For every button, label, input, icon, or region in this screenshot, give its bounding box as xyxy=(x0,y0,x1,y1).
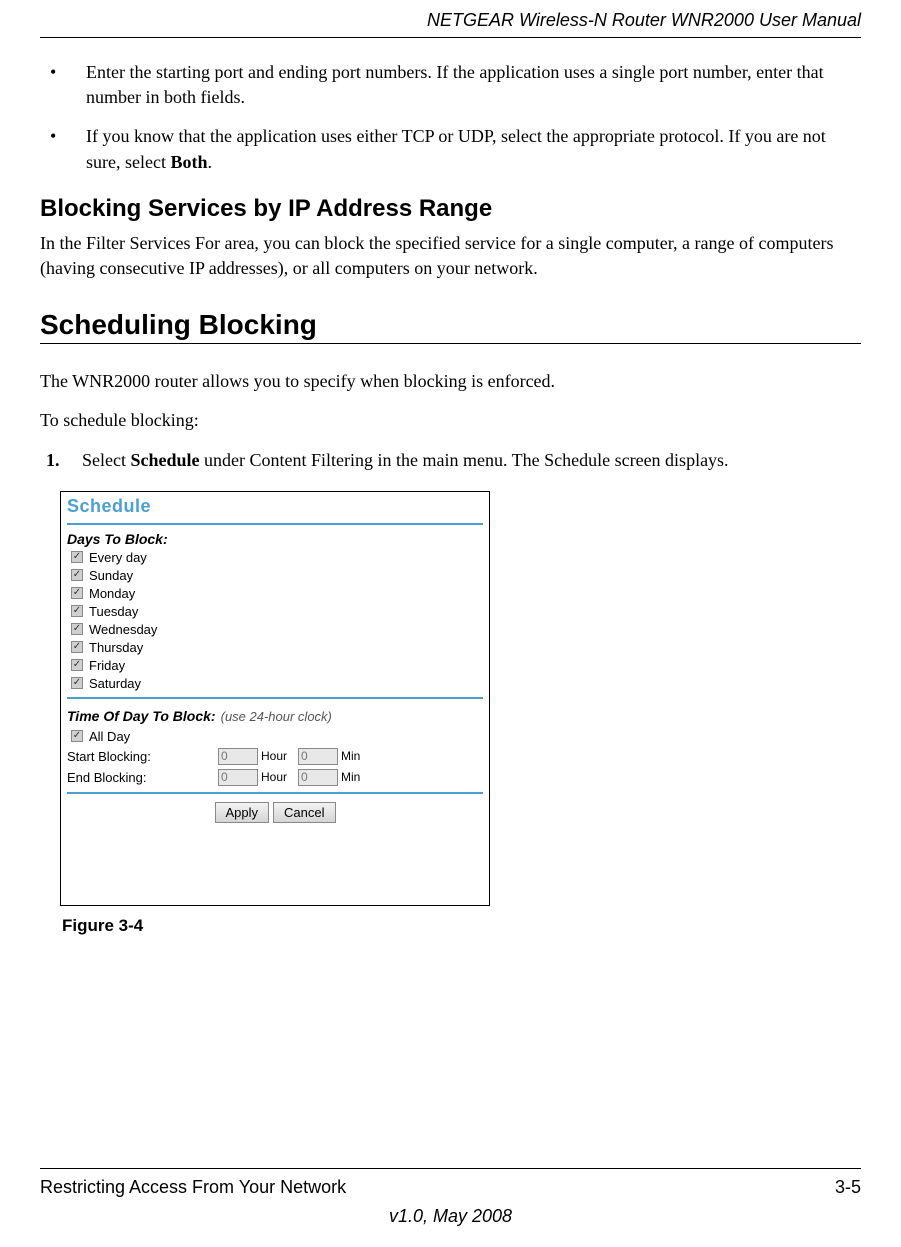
bullet-text: Enter the starting port and ending port … xyxy=(86,60,861,110)
header-divider xyxy=(40,37,861,38)
min-unit: Min xyxy=(341,749,360,763)
checkbox-sunday[interactable] xyxy=(71,569,83,581)
checkbox-everyday[interactable] xyxy=(71,551,83,563)
start-hour-input[interactable] xyxy=(218,748,258,765)
divider xyxy=(67,792,483,794)
day-row-sunday: Sunday xyxy=(71,568,483,583)
start-blocking-row: Start Blocking: Hour Min xyxy=(67,748,483,765)
checkbox-wednesday[interactable] xyxy=(71,623,83,635)
checkbox-saturday[interactable] xyxy=(71,677,83,689)
checkbox-tuesday[interactable] xyxy=(71,605,83,617)
day-row-wednesday: Wednesday xyxy=(71,622,483,637)
footer-version: v1.0, May 2008 xyxy=(40,1206,861,1227)
checkbox-monday[interactable] xyxy=(71,587,83,599)
step-text: Select Schedule under Content Filtering … xyxy=(82,448,729,473)
checkbox-friday[interactable] xyxy=(71,659,83,671)
day-label: Saturday xyxy=(89,676,141,691)
day-label: Tuesday xyxy=(89,604,138,619)
paragraph: To schedule blocking: xyxy=(40,408,861,433)
footer-divider xyxy=(40,1168,861,1169)
bullet-item: • Enter the starting port and ending por… xyxy=(40,60,861,110)
day-label: Sunday xyxy=(89,568,133,583)
bullet-marker: • xyxy=(40,60,86,110)
step-list: 1. Select Schedule under Content Filteri… xyxy=(40,448,861,473)
start-blocking-label: Start Blocking: xyxy=(67,749,217,764)
heading-ip-range: Blocking Services by IP Address Range xyxy=(40,195,861,223)
divider xyxy=(67,697,483,699)
bullet-bold: Both xyxy=(170,152,207,172)
step-bold: Schedule xyxy=(130,450,199,470)
day-label: Friday xyxy=(89,658,125,673)
all-day-label: All Day xyxy=(89,729,130,744)
paragraph: In the Filter Services For area, you can… xyxy=(40,231,861,281)
heading-scheduling: Scheduling Blocking xyxy=(40,309,861,341)
time-note: (use 24-hour clock) xyxy=(221,709,332,724)
end-hour-input[interactable] xyxy=(218,769,258,786)
footer-page-number: 3-5 xyxy=(835,1177,861,1198)
bullet-list: • Enter the starting port and ending por… xyxy=(40,60,861,175)
page-footer: Restricting Access From Your Network 3-5… xyxy=(40,1168,861,1227)
day-label: Monday xyxy=(89,586,135,601)
bullet-tail: . xyxy=(207,152,212,172)
paragraph: The WNR2000 router allows you to specify… xyxy=(40,369,861,394)
time-of-day-label: Time Of Day To Block: xyxy=(67,708,216,724)
step-text-part: Select xyxy=(82,450,130,470)
start-min-input[interactable] xyxy=(298,748,338,765)
step-item: 1. Select Schedule under Content Filteri… xyxy=(40,448,861,473)
figure-caption: Figure 3-4 xyxy=(62,916,861,936)
heading-divider xyxy=(40,343,861,344)
day-row-monday: Monday xyxy=(71,586,483,601)
end-blocking-label: End Blocking: xyxy=(67,770,217,785)
day-label: Every day xyxy=(89,550,147,565)
hour-unit: Hour xyxy=(261,749,287,763)
day-label: Thursday xyxy=(89,640,143,655)
day-label: Wednesday xyxy=(89,622,157,637)
schedule-panel-title: Schedule xyxy=(67,496,483,517)
schedule-screenshot: Schedule Days To Block: Every day Sunday… xyxy=(60,491,490,906)
apply-button[interactable]: Apply xyxy=(215,802,270,823)
bullet-text: If you know that the application uses ei… xyxy=(86,124,861,174)
end-blocking-row: End Blocking: Hour Min xyxy=(67,769,483,786)
end-min-input[interactable] xyxy=(298,769,338,786)
day-row-thursday: Thursday xyxy=(71,640,483,655)
min-unit: Min xyxy=(341,770,360,784)
button-row: Apply Cancel xyxy=(67,802,483,823)
cancel-button[interactable]: Cancel xyxy=(273,802,335,823)
bullet-marker: • xyxy=(40,124,86,174)
footer-section: Restricting Access From Your Network xyxy=(40,1177,346,1198)
hour-unit: Hour xyxy=(261,770,287,784)
all-day-row: All Day xyxy=(71,729,483,744)
day-row-friday: Friday xyxy=(71,658,483,673)
time-section-header: Time Of Day To Block: (use 24-hour clock… xyxy=(67,705,483,726)
day-row-tuesday: Tuesday xyxy=(71,604,483,619)
checkbox-allday[interactable] xyxy=(71,730,83,742)
bullet-item: • If you know that the application uses … xyxy=(40,124,861,174)
step-number: 1. xyxy=(40,448,82,473)
checkbox-thursday[interactable] xyxy=(71,641,83,653)
divider xyxy=(67,523,483,525)
document-title: NETGEAR Wireless-N Router WNR2000 User M… xyxy=(40,10,861,31)
days-to-block-label: Days To Block: xyxy=(67,531,483,547)
step-text-part: under Content Filtering in the main menu… xyxy=(200,450,729,470)
day-row-saturday: Saturday xyxy=(71,676,483,691)
day-row-everyday: Every day xyxy=(71,550,483,565)
